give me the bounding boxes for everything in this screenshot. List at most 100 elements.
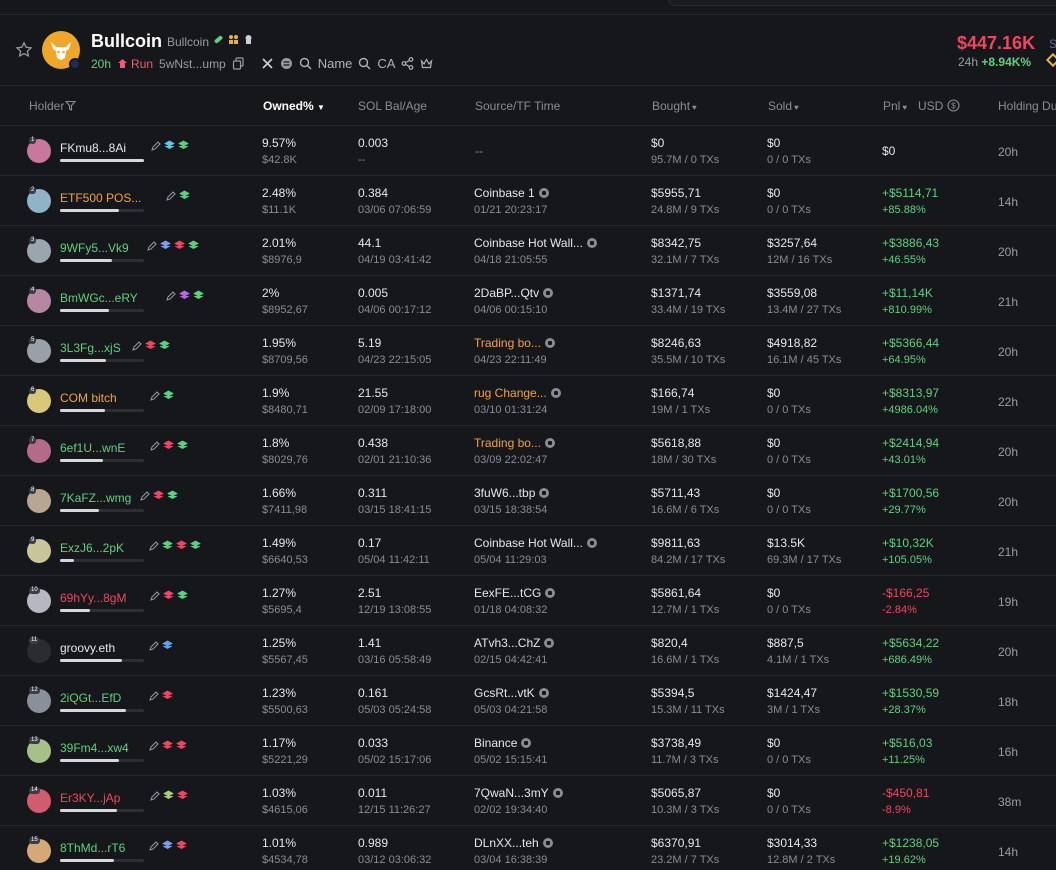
wallet-tag-icon (174, 240, 185, 249)
owned-pct: 2.01% (262, 236, 297, 250)
header-holder[interactable]: Holder (29, 99, 77, 113)
sold-detail: 13.4M / 27 TXs (767, 304, 842, 316)
platform-badge-icon (69, 58, 81, 70)
holder-name[interactable]: FKmu8...8Ai (60, 141, 126, 155)
holder-name[interactable]: 69hYy...8gM (60, 591, 126, 605)
table-row[interactable]: 6 COM bitch 1.9% $8480,71 21.55 02/09 17… (0, 376, 1056, 426)
header-usd-toggle[interactable]: USD $ (918, 99, 960, 113)
edit-icon[interactable] (166, 290, 176, 301)
header-bought[interactable]: Bought ♥ (652, 99, 697, 113)
source-label: GcsRt...vtK (474, 686, 535, 700)
header-sold[interactable]: Sold ♥ (768, 99, 799, 113)
copy-icon[interactable] (232, 57, 245, 70)
holder-tags (146, 590, 188, 601)
table-row[interactable]: 8 7KaFZ...wmg 1.66% $7411,98 0.311 03/15… (0, 476, 1056, 526)
crown-icon[interactable] (420, 57, 433, 70)
header-holding[interactable]: Holding Du (998, 99, 1056, 113)
holder-name[interactable]: 39Fm4...xw4 (60, 741, 129, 755)
holder-name[interactable]: ETF500 POS... (60, 191, 141, 205)
source[interactable]: Binance (474, 736, 532, 750)
table-row[interactable]: 11 groovy.eth 1.25% $5567,45 1.41 03/16 … (0, 626, 1056, 676)
edit-icon[interactable] (147, 240, 157, 251)
edit-icon[interactable] (149, 690, 159, 701)
search-ca-link[interactable]: CA (377, 56, 395, 71)
search-icon[interactable] (358, 57, 371, 70)
table-row[interactable]: 1 FKmu8...8Ai 9.57% $42.8K 0.003 -- -- $… (0, 126, 1056, 176)
share-icon[interactable] (401, 57, 414, 70)
source[interactable]: ATvh3...ChZ (474, 636, 555, 650)
holder-name[interactable]: ExzJ6...2pK (60, 541, 124, 555)
edit-icon[interactable] (151, 140, 161, 151)
edit-icon[interactable] (149, 640, 159, 651)
holder-rank: 10 (29, 587, 40, 594)
table-row[interactable]: 14 Er3KY...jAp 1.03% $4615,06 0.011 12/1… (0, 776, 1056, 826)
star-icon[interactable] (15, 41, 33, 59)
search-name-link[interactable]: Name (318, 56, 353, 71)
holder-tags (162, 290, 204, 301)
edit-icon[interactable] (150, 390, 160, 401)
table-row[interactable]: 3 9WFy5...Vk9 2.01% $8976,9 44.1 04/19 0… (0, 226, 1056, 276)
table-row[interactable]: 13 39Fm4...xw4 1.17% $5221,29 0.033 05/0… (0, 726, 1056, 776)
holder-name[interactable]: groovy.eth (60, 641, 115, 655)
pnl-pct: +686.49% (882, 654, 932, 666)
edit-icon[interactable] (132, 340, 142, 351)
edit-icon[interactable] (150, 790, 160, 801)
source[interactable]: 7QwaN...3mY (474, 786, 563, 800)
source[interactable]: Coinbase 1 (474, 186, 549, 200)
wallet-tag-icon (163, 790, 174, 799)
search-icon[interactable] (299, 57, 312, 70)
edit-icon[interactable] (150, 590, 160, 601)
table-row[interactable]: 12 2iQGt...EfD 1.23% $5500,63 0.161 05/0… (0, 676, 1056, 726)
bought-usd: $1371,74 (651, 286, 702, 300)
holder-name[interactable]: COM bitch (60, 391, 117, 405)
holder-name[interactable]: 9WFy5...Vk9 (60, 241, 129, 255)
pnl-pct: +43.01% (882, 454, 926, 466)
top-search-pill[interactable] (668, 0, 1056, 6)
x-twitter-icon[interactable] (261, 57, 274, 70)
edit-icon[interactable] (149, 740, 159, 751)
wallet-tag-icon (177, 590, 188, 599)
token-name: Bullcoin (91, 31, 162, 51)
source[interactable]: Coinbase Hot Wall... (474, 236, 597, 250)
header-sol[interactable]: SOL Bal/Age (358, 99, 427, 113)
edit-icon[interactable] (150, 440, 160, 451)
holder-name[interactable]: 8ThMd...rT6 (60, 841, 125, 855)
source[interactable]: EexFE...tCG (474, 586, 556, 600)
source[interactable]: Trading bo... (474, 436, 555, 450)
holder-name[interactable]: 3L3Fg...xjS (60, 341, 121, 355)
filter-icon[interactable] (65, 100, 77, 111)
source[interactable]: rug Change... (474, 386, 561, 400)
source[interactable]: 3fuW6...tbp (474, 486, 550, 500)
holder-name[interactable]: 2iQGt...EfD (60, 691, 121, 705)
contract-address[interactable]: 5wNst...ump (159, 57, 226, 71)
source[interactable]: DLnXX...teh (474, 836, 553, 850)
diamond-icon[interactable] (1045, 52, 1056, 68)
edit-icon[interactable] (149, 840, 159, 851)
table-row[interactable]: 4 BmWGc...eRY 2% $8952,67 0.005 04/06 00… (0, 276, 1056, 326)
table-row[interactable]: 9 ExzJ6...2pK 1.49% $6640,53 0.17 05/04 … (0, 526, 1056, 576)
holder-name[interactable]: 6ef1U...wnE (60, 441, 125, 455)
edit-icon[interactable] (149, 540, 159, 551)
header-owned[interactable]: Owned% ▼ (263, 99, 325, 113)
table-row[interactable]: 7 6ef1U...wnE 1.8% $8029,76 0.438 02/01 … (0, 426, 1056, 476)
table-row[interactable]: 10 69hYy...8gM 1.27% $5695,4 2.51 12/19 … (0, 576, 1056, 626)
source[interactable]: Trading bo... (474, 336, 555, 350)
header-pnl[interactable]: Pnl ♥ (883, 99, 907, 113)
edit-icon[interactable] (166, 190, 176, 201)
source[interactable]: GcsRt...vtK (474, 686, 549, 700)
bought-detail: 15.3M / 11 TXs (651, 704, 725, 716)
source[interactable]: 2DaBP...Qtv (474, 286, 554, 300)
edit-icon[interactable] (140, 490, 150, 501)
source[interactable]: Coinbase Hot Wall... (474, 536, 597, 550)
header-source[interactable]: Source/TF Time (475, 99, 560, 113)
ownership-bar (60, 309, 144, 312)
bought-detail: 18M / 30 TXs (651, 454, 717, 466)
table-row[interactable]: 2 ETF500 POS... 2.48% $11.1K 0.384 03/06… (0, 176, 1056, 226)
holder-name[interactable]: Er3KY...jAp (60, 791, 120, 805)
table-row[interactable]: 15 8ThMd...rT6 1.01% $4534,78 0.989 03/1… (0, 826, 1056, 870)
holder-name[interactable]: BmWGc...eRY (60, 291, 138, 305)
website-icon[interactable] (280, 57, 293, 70)
table-row[interactable]: 5 3L3Fg...xjS 1.95% $8709,56 5.19 04/23 … (0, 326, 1056, 376)
token-avatar (42, 31, 81, 70)
holder-name[interactable]: 7KaFZ...wmg (60, 491, 131, 505)
